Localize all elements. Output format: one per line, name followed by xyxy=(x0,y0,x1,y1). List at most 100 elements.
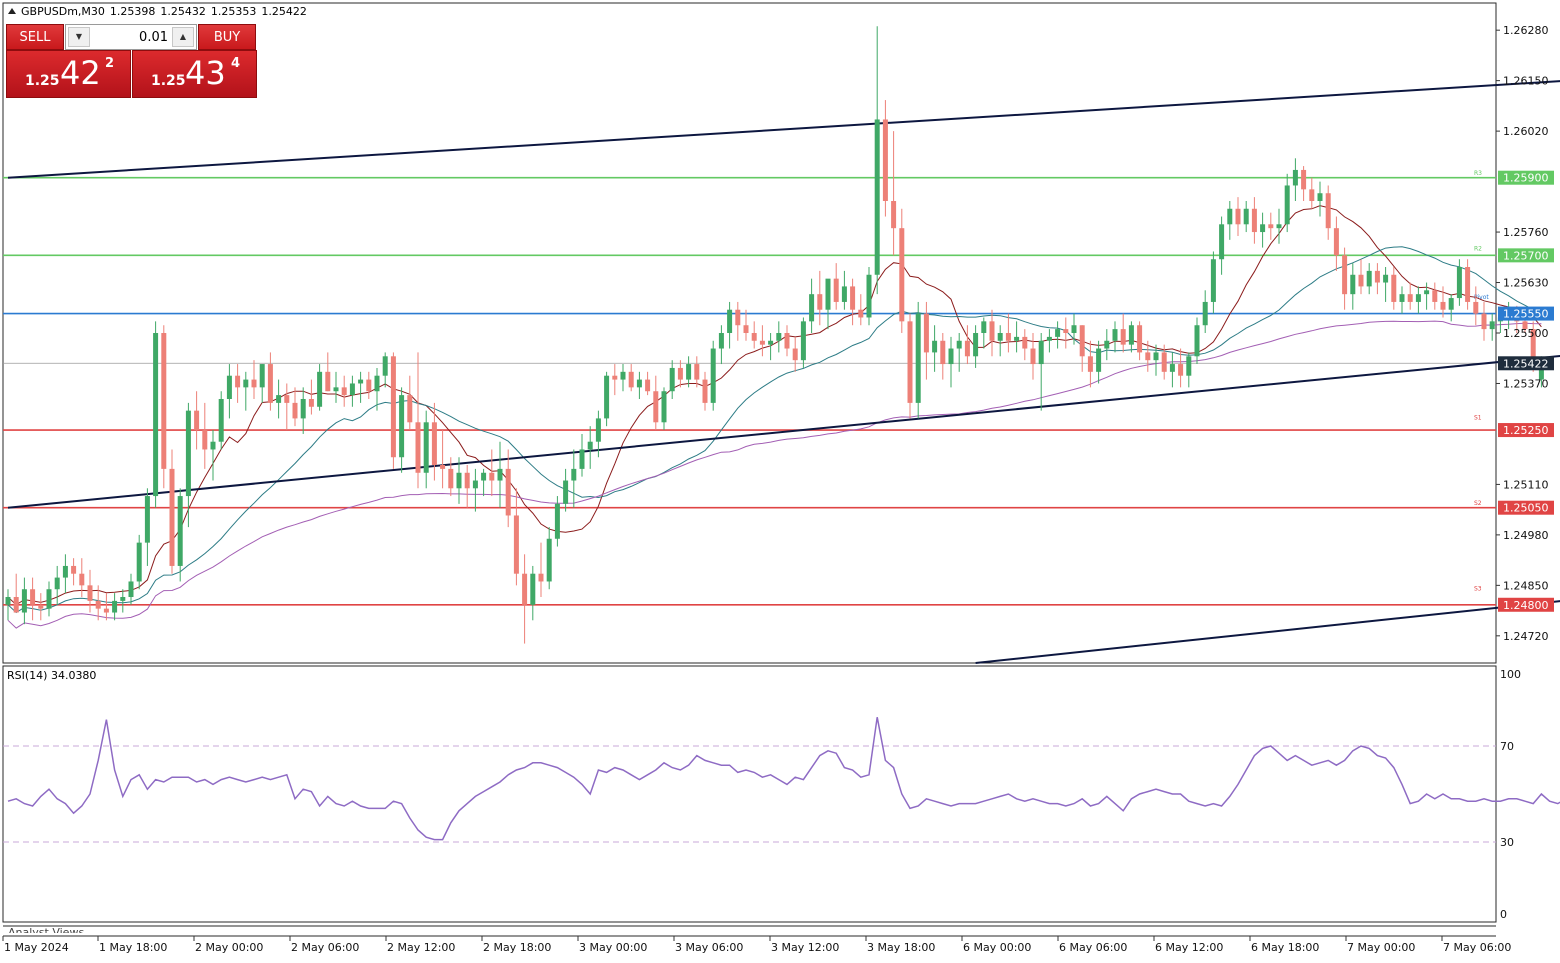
bull-candle xyxy=(349,383,355,396)
bull-candle xyxy=(841,286,847,302)
bull-candle xyxy=(120,597,126,601)
bull-candle xyxy=(136,542,142,582)
buy-price-button[interactable]: 1.25 43 4 xyxy=(132,50,257,98)
bear-candle xyxy=(1063,329,1069,333)
bear-candle xyxy=(440,465,446,469)
lot-increase-icon[interactable]: ▲ xyxy=(172,27,194,47)
level-price-tag-text: 1.24800 xyxy=(1503,599,1549,612)
rsi-tick-label: 30 xyxy=(1500,836,1514,849)
sell-price-fraction: 2 xyxy=(105,56,115,71)
time-tick-label: 6 May 00:00 xyxy=(963,941,1031,954)
price-tick-label: 1.24980 xyxy=(1503,529,1549,542)
bear-candle xyxy=(38,604,44,609)
price-tick-label: 1.25630 xyxy=(1503,277,1549,290)
bull-candle xyxy=(497,468,503,481)
bull-candle xyxy=(153,333,159,497)
bear-candle xyxy=(1432,290,1438,302)
bear-candle xyxy=(1022,336,1028,349)
rsi-plot-border xyxy=(2,665,1497,923)
level-price-tag-text: 1.25900 xyxy=(1503,172,1549,185)
bear-candle xyxy=(1030,348,1036,365)
bull-candle xyxy=(276,395,282,403)
bull-candle xyxy=(997,333,1003,341)
bull-candle xyxy=(472,480,478,489)
level-price-tag-text: 1.25050 xyxy=(1503,502,1549,515)
level-price-tag-text: 1.25700 xyxy=(1503,249,1549,262)
bull-candle xyxy=(1399,294,1405,302)
bull-candle xyxy=(776,333,782,341)
bull-candle xyxy=(243,379,249,388)
bull-candle xyxy=(1046,336,1052,341)
bull-candle xyxy=(595,418,601,442)
bear-candle xyxy=(964,340,970,357)
bear-candle xyxy=(940,340,946,365)
bear-candle xyxy=(341,387,347,396)
bull-candle xyxy=(177,496,183,566)
bear-candle xyxy=(1325,193,1331,229)
bull-candle xyxy=(1243,208,1249,225)
bear-candle xyxy=(292,402,298,419)
trend-channel[interactable] xyxy=(7,0,1560,664)
bull-candle xyxy=(948,348,954,365)
bull-candle xyxy=(1219,224,1225,260)
buy-button[interactable]: BUY xyxy=(198,24,256,50)
lot-size-stepper[interactable]: ▼ ▲ xyxy=(65,24,197,50)
time-tick-label: 6 May 18:00 xyxy=(1251,941,1319,954)
bear-candle xyxy=(513,515,519,574)
sell-button[interactable]: SELL xyxy=(6,24,64,50)
rsi-line xyxy=(7,717,1560,841)
bear-candle xyxy=(431,422,437,465)
bull-candle xyxy=(1366,270,1372,287)
bear-candle xyxy=(677,367,683,380)
lot-decrease-icon[interactable]: ▼ xyxy=(68,27,90,47)
bear-candle xyxy=(464,472,470,489)
bull-candle xyxy=(1317,193,1323,201)
time-tick-label: 3 May 18:00 xyxy=(867,941,935,954)
bear-candle xyxy=(1087,356,1093,372)
bull-candle xyxy=(185,410,191,497)
bull-candle xyxy=(932,340,938,353)
one-click-trading-panel: SELL ▼ ▲ BUY 1.25 42 2 1.25 43 4 xyxy=(6,24,258,98)
bull-candle xyxy=(259,364,265,388)
bear-candle xyxy=(448,468,454,489)
bear-candle xyxy=(505,468,511,516)
price-tick-label: 1.26150 xyxy=(1503,75,1549,88)
time-tick-label: 3 May 06:00 xyxy=(675,941,743,954)
price-tick-label: 1.26280 xyxy=(1503,24,1549,37)
rsi-panel: 100 70 30 0 xyxy=(3,668,1560,921)
bull-candle xyxy=(62,565,68,578)
level-price-tag-text: 1.25550 xyxy=(1503,308,1549,321)
price-chart-canvas[interactable]: R3R2PivotS1S2S3 1.262801.261501.260201.2… xyxy=(0,0,1560,960)
bull-candle xyxy=(554,503,560,539)
bear-candle xyxy=(522,573,528,605)
bull-candle xyxy=(727,309,733,333)
channel-lower-line xyxy=(975,600,1560,664)
bull-candle xyxy=(1292,169,1298,186)
chart-window[interactable]: R3 R2 Pivot S1 S2 S3 1.26280 1.26150 1.26020 1.2… xyxy=(0,0,1560,960)
bull-candle xyxy=(956,340,962,349)
bull-candle xyxy=(1104,340,1110,349)
low-price: 1.25353 xyxy=(210,5,257,18)
collapse-triangle-icon[interactable] xyxy=(8,8,16,14)
buy-price-pips: 43 xyxy=(185,54,226,92)
time-tick-label: 2 May 00:00 xyxy=(195,941,263,954)
time-tick-label: 3 May 00:00 xyxy=(579,941,647,954)
sell-price-button[interactable]: 1.25 42 2 xyxy=(6,50,131,98)
bear-candle xyxy=(1079,325,1085,357)
rsi-tick-label: 70 xyxy=(1500,740,1514,753)
bear-candle xyxy=(489,472,495,481)
bull-candle xyxy=(333,387,339,392)
bear-candle xyxy=(13,597,19,613)
lot-size-input[interactable] xyxy=(92,27,168,47)
time-tick-label: 2 May 06:00 xyxy=(291,941,359,954)
bear-candle xyxy=(653,391,659,423)
bull-candle xyxy=(226,375,232,399)
bear-candle xyxy=(366,379,372,392)
bull-candle xyxy=(112,600,118,613)
bear-candle xyxy=(415,422,421,473)
bear-candle xyxy=(1333,228,1339,256)
bear-candle xyxy=(628,371,634,388)
analyst-views-label: Analyst Views xyxy=(8,926,85,933)
bull-candle xyxy=(1153,352,1159,361)
price-tick-label: 1.25760 xyxy=(1503,226,1549,239)
